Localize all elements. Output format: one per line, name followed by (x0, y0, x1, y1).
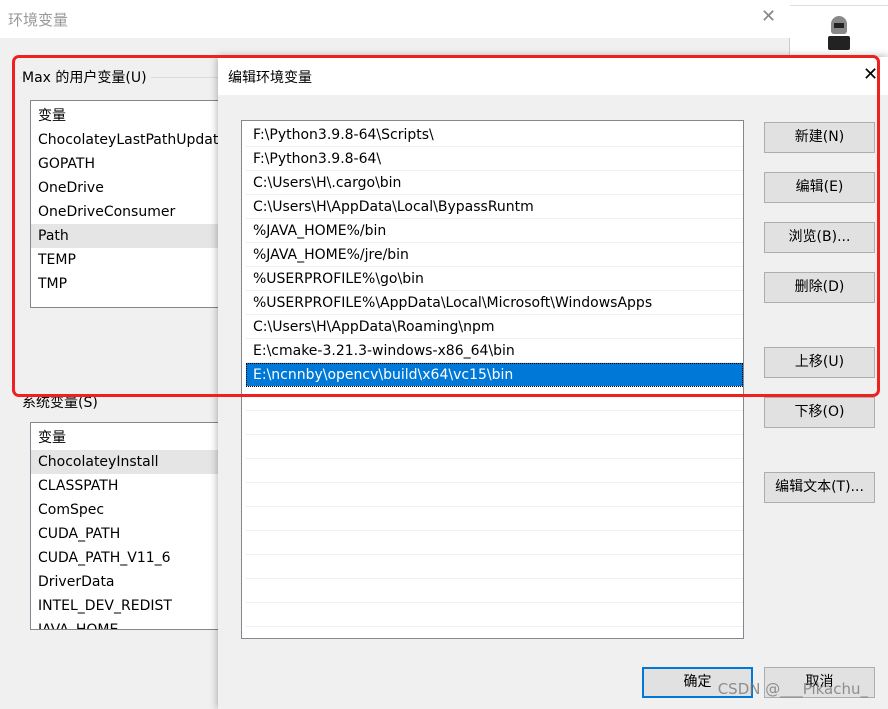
list-item[interactable]: DriverData (31, 570, 229, 594)
avatar (827, 16, 851, 54)
list-item[interactable]: C:\Users\H\AppData\Roaming\npm (246, 315, 743, 339)
watermark: CSDN @___Pikachu_ (717, 680, 868, 698)
list-item[interactable]: OneDriveConsumer (31, 200, 229, 224)
system-vars-label: 系统变量(S) (22, 395, 98, 411)
title-bar: 环境变量 ✕ (0, 0, 790, 38)
list-item[interactable]: INTEL_DEV_REDIST (31, 594, 229, 618)
new-button[interactable]: 新建(N) (764, 122, 875, 153)
list-item[interactable]: GOPATH (31, 152, 229, 176)
list-item[interactable]: C:\Users\H\.cargo\bin (246, 171, 743, 195)
empty-row (246, 579, 743, 603)
user-vars-label: Max 的用户变量(U) (22, 67, 151, 87)
empty-row (246, 411, 743, 435)
list-item[interactable]: TMP (31, 272, 229, 296)
empty-row (246, 387, 743, 411)
empty-row (246, 459, 743, 483)
list-item[interactable]: ChocolateyLastPathUpdate (31, 128, 229, 152)
list-item[interactable]: JAVA_HOME (31, 618, 229, 629)
edit-button[interactable]: 编辑(E) (764, 172, 875, 203)
edit-text-button[interactable]: 编辑文本(T)... (764, 472, 875, 503)
list-item[interactable]: ChocolateyInstall (31, 450, 229, 474)
list-item[interactable]: CUDA_PATH_V11_6 (31, 546, 229, 570)
window-title: 环境变量 (8, 11, 69, 29)
list-item[interactable]: C:\Users\H\AppData\Local\BypassRuntm (246, 195, 743, 219)
dialog-title-bar: 编辑环境变量 ✕ (218, 57, 888, 95)
list-item[interactable]: OneDrive (31, 176, 229, 200)
path-list[interactable]: F:\Python3.9.8-64\Scripts\ F:\Python3.9.8… (241, 120, 744, 639)
list-item[interactable]: %JAVA_HOME%/jre/bin (246, 243, 743, 267)
empty-row (246, 435, 743, 459)
empty-row (246, 483, 743, 507)
empty-row (246, 507, 743, 531)
list-item[interactable]: E:\ncnnby\opencv\build\x64\vc15\bin (246, 363, 743, 387)
list-item[interactable]: E:\cmake-3.21.3-windows-x86_64\bin (246, 339, 743, 363)
close-icon[interactable]: ✕ (761, 6, 776, 27)
list-item[interactable]: F:\Python3.9.8-64\ (246, 147, 743, 171)
list-item[interactable]: %JAVA_HOME%/bin (246, 219, 743, 243)
delete-button[interactable]: 删除(D) (764, 272, 875, 303)
list-item[interactable]: CLASSPATH (31, 474, 229, 498)
browse-button[interactable]: 浏览(B)... (764, 222, 875, 253)
empty-row (246, 555, 743, 579)
list-item[interactable]: F:\Python3.9.8-64\Scripts\ (246, 123, 743, 147)
list-item[interactable]: TEMP (31, 248, 229, 272)
list-item[interactable]: %USERPROFILE%\go\bin (246, 267, 743, 291)
close-icon[interactable]: ✕ (863, 64, 878, 85)
empty-row (246, 531, 743, 555)
column-header: 变量 (38, 108, 66, 124)
dialog-title: 编辑环境变量 (228, 70, 312, 86)
user-vars-list[interactable]: 变量 ChocolateyLastPathUpdate GOPATH OneDriv… (30, 100, 230, 308)
column-header: 变量 (38, 430, 66, 446)
list-item[interactable]: CUDA_PATH (31, 522, 229, 546)
empty-row (246, 603, 743, 627)
edit-environment-variable-dialog: 编辑环境变量 ✕ F:\Python3.9.8-64\Scripts\ F:\Py… (218, 57, 888, 709)
system-vars-list[interactable]: 变量 ChocolateyInstall CLASSPATH ComSpec CUDA… (30, 422, 230, 630)
move-up-button[interactable]: 上移(U) (764, 347, 875, 378)
list-item[interactable]: %USERPROFILE%\AppData\Local\Microsoft\Wi… (246, 291, 743, 315)
list-item[interactable]: ComSpec (31, 498, 229, 522)
list-item[interactable]: Path (31, 224, 229, 248)
move-down-button[interactable]: 下移(O) (764, 397, 875, 428)
